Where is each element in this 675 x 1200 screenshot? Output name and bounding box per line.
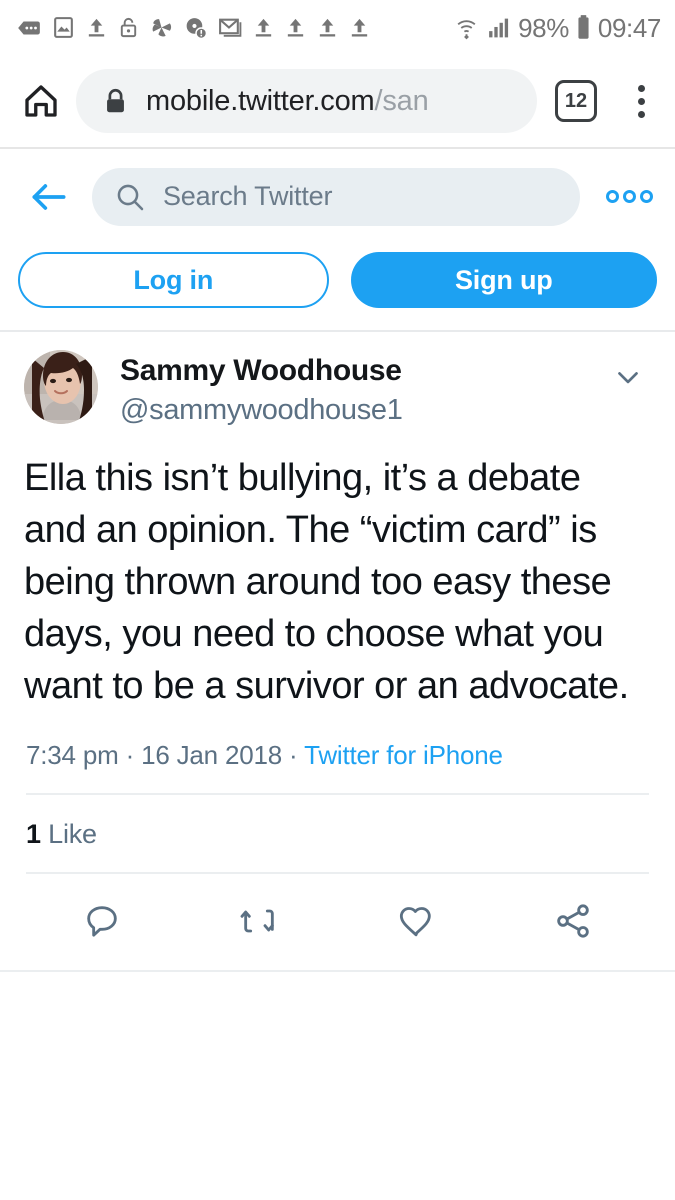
browser-toolbar: mobile.twitter.com/san 12 (0, 55, 675, 147)
like-label: Like (48, 818, 97, 849)
meta-separator: · (289, 739, 298, 770)
status-notification-icons (16, 15, 454, 41)
back-arrow-icon (32, 183, 66, 210)
tweet-source-link[interactable]: Twitter for iPhone (304, 740, 503, 770)
upload-icon (88, 18, 105, 37)
kebab-dot (637, 84, 645, 92)
like-count-row[interactable]: 1 Like (24, 795, 651, 872)
retweet-icon (240, 909, 274, 933)
heart-icon (399, 906, 431, 936)
upload-icon (287, 18, 304, 37)
home-button[interactable] (18, 78, 64, 124)
home-icon (25, 85, 57, 117)
more-circle-dot (623, 190, 636, 203)
upload-icon (319, 18, 336, 37)
share-icon (556, 904, 589, 938)
url-path: /san (374, 84, 429, 117)
tweet-options-button[interactable] (605, 350, 651, 399)
disc-alert-icon (186, 18, 208, 40)
more-circle-dot (640, 190, 653, 203)
tweet-time: 7:34 pm (26, 739, 119, 770)
signup-button[interactable]: Sign up (350, 252, 657, 308)
tweet-metadata: 7:34 pm · 16 Jan 2018 · Twitter for iPho… (24, 722, 651, 793)
clock-label: 09:47 (597, 12, 661, 43)
status-system-icons: 98% 09:47 (454, 14, 661, 41)
search-placeholder: Search Twitter (163, 181, 333, 211)
unlock-icon (120, 17, 137, 38)
address-bar[interactable]: mobile.twitter.com/san (76, 69, 537, 133)
more-circle-dot (606, 190, 619, 203)
avatar-image (24, 350, 98, 424)
tab-counter-button[interactable]: 12 (555, 80, 597, 122)
twitter-more-button[interactable] (600, 180, 659, 213)
phone-screen: 98% 09:47 mobile.twitter.com/san 12 Sear… (0, 0, 675, 1200)
twitter-app-header: Search Twitter (0, 149, 675, 244)
lock-icon (107, 88, 124, 112)
tweet-action-bar (24, 874, 651, 970)
android-status-bar: 98% 09:47 (0, 0, 675, 55)
page-filler (0, 971, 675, 1200)
kebab-dot (637, 97, 645, 105)
tweet-detail: Sammy Woodhouse @sammywoodhouse1 Ella th… (0, 332, 675, 970)
url-label: mobile.twitter.com/san (146, 85, 429, 118)
reply-icon (87, 905, 118, 937)
wifi-icon (457, 19, 476, 39)
upload-icon (255, 18, 272, 37)
tweet-text: Ella this isn’t bullying, it’s a debate … (24, 456, 629, 707)
reply-button[interactable] (24, 894, 181, 948)
upload-icon (351, 18, 368, 37)
battery-percent-label: 98% (518, 12, 569, 43)
auth-button-row: Log in Sign up (0, 244, 675, 330)
chevron-down-icon (618, 372, 638, 384)
signal-bars-icon (489, 18, 509, 37)
like-button[interactable] (338, 894, 495, 948)
tweet-date: 16 Jan 2018 (141, 739, 283, 770)
search-icon (117, 184, 144, 210)
login-button[interactable]: Log in (18, 252, 329, 308)
tweet-author-row: Sammy Woodhouse @sammywoodhouse1 (24, 332, 651, 440)
share-button[interactable] (494, 894, 651, 948)
url-domain: mobile.twitter.com (146, 84, 375, 117)
like-count: 1 (26, 818, 41, 849)
kebab-dot (637, 110, 645, 118)
message-dots-icon (18, 21, 40, 34)
photo-icon (54, 17, 73, 38)
browser-menu-button[interactable] (621, 78, 661, 124)
author-names: Sammy Woodhouse @sammywoodhouse1 (120, 350, 583, 430)
back-button[interactable] (22, 170, 76, 224)
gmail-icon (219, 18, 242, 37)
retweet-button[interactable] (181, 894, 338, 948)
meta-separator: · (125, 739, 135, 770)
avatar[interactable] (24, 350, 98, 424)
search-input[interactable]: Search Twitter (92, 167, 580, 226)
battery-full-icon (578, 15, 589, 39)
handle: @sammywoodhouse1 (120, 394, 403, 426)
tab-count-label: 12 (564, 89, 588, 112)
display-name: Sammy Woodhouse (120, 354, 402, 387)
pinwheel-icon (152, 19, 172, 37)
